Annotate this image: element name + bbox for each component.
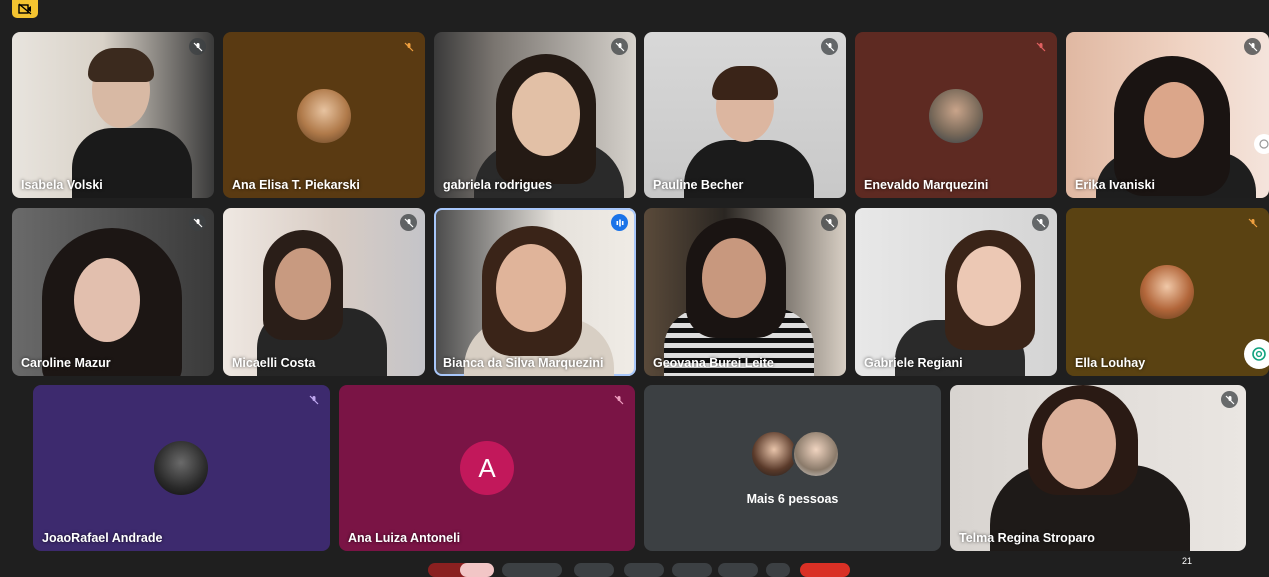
participant-name: Bianca da Silva Marquezini xyxy=(443,356,604,370)
control-button[interactable] xyxy=(766,563,790,577)
mic-off-icon xyxy=(305,391,322,408)
participant-tile[interactable]: Enevaldo Marquezini xyxy=(855,32,1057,198)
mic-off-icon xyxy=(821,38,838,55)
side-panel-icon[interactable] xyxy=(1254,134,1269,154)
side-panel-icon[interactable] xyxy=(1244,339,1269,369)
participant-tile[interactable]: Erika Ivaniski xyxy=(1066,32,1269,198)
participant-name: Isabela Volski xyxy=(21,178,103,192)
participant-name: Ana Luiza Antoneli xyxy=(348,531,461,545)
avatar xyxy=(154,441,208,495)
control-button[interactable] xyxy=(574,563,614,577)
participant-tile[interactable]: Pauline Becher xyxy=(644,32,846,198)
participant-name: Micaelli Costa xyxy=(232,356,316,370)
participant-name: Gabriele Regiani xyxy=(864,356,963,370)
participant-name: gabriela rodrigues xyxy=(443,178,553,192)
participant-name: Erika Ivaniski xyxy=(1075,178,1155,192)
mic-off-icon xyxy=(400,38,417,55)
participant-name: Pauline Becher xyxy=(653,178,744,192)
participant-tile[interactable]: Gabriele Regiani xyxy=(855,208,1057,376)
mic-off-icon xyxy=(610,391,627,408)
avatar xyxy=(929,89,983,143)
avatar xyxy=(750,430,798,478)
participant-tile[interactable]: JoaoRafael Andrade xyxy=(33,385,330,551)
control-button[interactable] xyxy=(672,563,712,577)
mic-off-icon xyxy=(1032,38,1049,55)
participant-name: Geovana Burei Leite xyxy=(653,356,774,370)
participant-tile[interactable]: Ella Louhay xyxy=(1066,208,1269,376)
participant-tile[interactable]: Ana Elisa T. Piekarski xyxy=(223,32,425,198)
mic-off-icon xyxy=(1221,391,1238,408)
speaking-icon xyxy=(611,214,628,231)
avatar xyxy=(1140,265,1194,319)
more-participants-tile[interactable]: Mais 6 pessoas xyxy=(644,385,941,551)
avatar: A xyxy=(460,441,514,495)
participant-tile[interactable]: A Ana Luiza Antoneli xyxy=(339,385,635,551)
participant-tile[interactable]: Micaelli Costa xyxy=(223,208,425,376)
participant-tile[interactable]: Caroline Mazur xyxy=(12,208,214,376)
avatar xyxy=(297,89,351,143)
mic-off-icon xyxy=(189,214,206,231)
participant-grid: Isabela Volski Ana Elisa T. Piekarski ga… xyxy=(0,0,1269,570)
participant-tile[interactable]: Telma Regina Stroparo xyxy=(950,385,1246,551)
participant-name: JoaoRafael Andrade xyxy=(42,531,163,545)
participant-tile[interactable]: Bianca da Silva Marquezini xyxy=(434,208,636,376)
participant-name: Caroline Mazur xyxy=(21,356,111,370)
mic-off-icon xyxy=(400,214,417,231)
control-button[interactable] xyxy=(624,563,664,577)
mic-off-icon xyxy=(1032,214,1049,231)
avatar xyxy=(792,430,840,478)
more-participants-label: Mais 6 pessoas xyxy=(746,492,839,506)
control-button[interactable] xyxy=(502,563,562,577)
mic-off-icon xyxy=(189,38,206,55)
participant-tile[interactable]: Geovana Burei Leite xyxy=(644,208,846,376)
mic-off-icon xyxy=(821,214,838,231)
leave-call-button[interactable] xyxy=(800,563,850,577)
participant-name: Ana Elisa T. Piekarski xyxy=(232,178,360,192)
participant-count: 21 xyxy=(1182,556,1193,566)
mic-off-icon xyxy=(611,38,628,55)
participant-tile[interactable]: gabriela rodrigues xyxy=(434,32,636,198)
participant-name: Ella Louhay xyxy=(1075,356,1146,370)
participant-name: Enevaldo Marquezini xyxy=(864,178,989,192)
mic-off-icon xyxy=(1244,214,1261,231)
participant-name: Telma Regina Stroparo xyxy=(959,531,1095,545)
participant-tile[interactable]: Isabela Volski xyxy=(12,32,214,198)
control-button[interactable] xyxy=(718,563,758,577)
control-button[interactable] xyxy=(460,563,494,577)
mic-off-icon xyxy=(1244,38,1261,55)
